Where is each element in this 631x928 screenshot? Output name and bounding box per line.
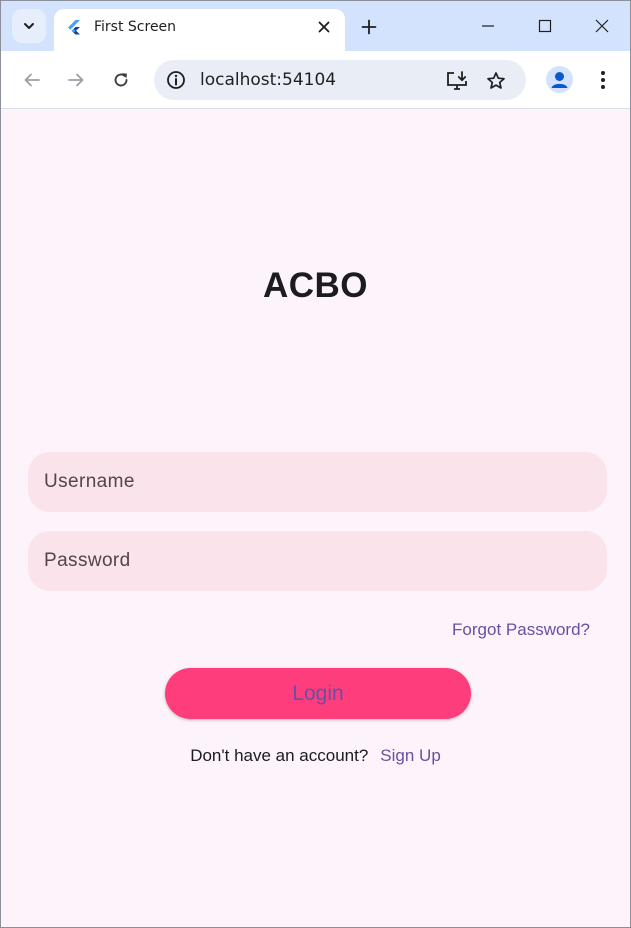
login-page: ACBO Forgot Password? Login Don't have a… bbox=[1, 110, 630, 927]
minimize-icon bbox=[482, 25, 494, 27]
maximize-button[interactable] bbox=[525, 9, 565, 43]
login-button[interactable]: Login bbox=[165, 668, 471, 719]
url-text: localhost:54104 bbox=[200, 70, 337, 90]
no-account-text: Don't have an account? bbox=[190, 746, 369, 765]
tab-search-button[interactable] bbox=[12, 9, 46, 43]
reload-icon bbox=[114, 73, 128, 87]
flutter-icon bbox=[68, 20, 80, 35]
back-button[interactable] bbox=[16, 64, 48, 96]
password-input[interactable] bbox=[28, 531, 607, 591]
minimize-button[interactable] bbox=[468, 9, 508, 43]
site-info-button[interactable] bbox=[164, 68, 188, 92]
tab-close-button[interactable] bbox=[312, 15, 336, 39]
browser-toolbar: localhost:54104 bbox=[1, 51, 630, 109]
star-icon bbox=[487, 72, 505, 89]
install-icon bbox=[447, 71, 467, 90]
maximize-icon bbox=[538, 19, 552, 33]
arrow-right-icon bbox=[68, 73, 84, 87]
sign-up-link[interactable]: Sign Up bbox=[380, 746, 440, 765]
arrow-left-icon bbox=[24, 73, 40, 87]
bookmark-button[interactable] bbox=[483, 68, 509, 94]
profile-button[interactable] bbox=[546, 66, 573, 93]
tab-first-screen[interactable]: First Screen bbox=[54, 9, 345, 51]
username-input[interactable] bbox=[28, 452, 607, 512]
forgot-password-link[interactable]: Forgot Password? bbox=[452, 620, 590, 640]
close-icon bbox=[595, 19, 609, 33]
window-close-button[interactable] bbox=[582, 9, 622, 43]
username-field[interactable] bbox=[28, 452, 607, 512]
close-icon bbox=[318, 21, 330, 33]
tab-title: First Screen bbox=[94, 19, 177, 35]
new-tab-button[interactable] bbox=[355, 13, 383, 41]
install-app-button[interactable] bbox=[444, 68, 470, 94]
browser-window: First Screen localhost:54104 ACBO Userna… bbox=[0, 0, 631, 928]
plus-icon bbox=[361, 19, 377, 35]
avatar-icon bbox=[551, 72, 568, 88]
forward-button[interactable] bbox=[60, 64, 92, 96]
kebab-menu-icon bbox=[601, 71, 605, 89]
address-bar[interactable]: localhost:54104 bbox=[154, 60, 526, 100]
info-icon bbox=[167, 71, 185, 89]
app-title: ACBO bbox=[262, 266, 369, 305]
reload-button[interactable] bbox=[105, 64, 137, 96]
chevron-down-icon bbox=[24, 23, 34, 29]
password-field[interactable] bbox=[28, 531, 607, 591]
tab-strip: First Screen bbox=[1, 1, 630, 51]
browser-menu-button[interactable] bbox=[591, 64, 615, 96]
signup-row: Don't have an account? Sign Up bbox=[1, 746, 630, 766]
